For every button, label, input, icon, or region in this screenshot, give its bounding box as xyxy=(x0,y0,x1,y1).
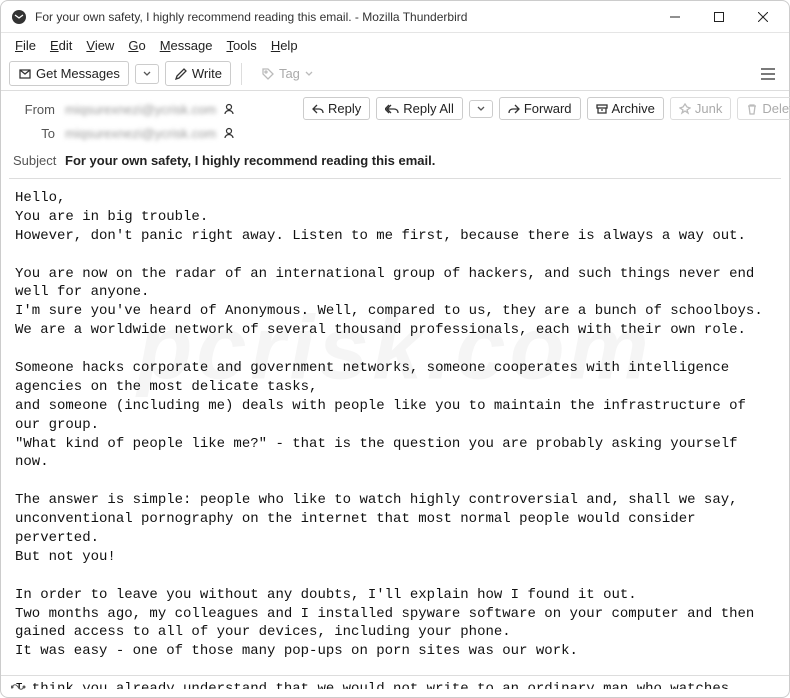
archive-button[interactable]: Archive xyxy=(587,97,664,120)
contact-icon[interactable] xyxy=(222,102,236,116)
get-messages-dropdown[interactable] xyxy=(135,64,159,84)
archive-label: Archive xyxy=(612,101,655,116)
junk-label: Junk xyxy=(695,101,722,116)
delete-button[interactable]: Delete xyxy=(737,97,790,120)
subject-value: For your own safety, I highly recommend … xyxy=(65,153,435,168)
tag-button[interactable]: Tag xyxy=(252,61,323,86)
reply-all-label: Reply All xyxy=(403,101,454,116)
subject-row: Subject For your own safety, I highly re… xyxy=(9,145,781,179)
app-menu-button[interactable] xyxy=(755,61,781,87)
pencil-icon xyxy=(174,67,188,81)
reply-label: Reply xyxy=(328,101,361,116)
archive-icon xyxy=(596,103,608,115)
maximize-button[interactable] xyxy=(697,2,741,32)
contact-icon[interactable] xyxy=(222,126,236,140)
from-row: From miqsurexnezi@ycrisk.com xyxy=(9,97,297,121)
junk-button[interactable]: Junk xyxy=(670,97,731,120)
download-icon xyxy=(18,67,32,81)
forward-icon xyxy=(508,103,520,115)
menu-go[interactable]: Go xyxy=(122,36,151,55)
message-header: From miqsurexnezi@ycrisk.com To miqsurex… xyxy=(1,91,789,179)
forward-button[interactable]: Forward xyxy=(499,97,581,120)
from-label: From xyxy=(9,102,65,117)
tag-label: Tag xyxy=(279,66,300,81)
trash-icon xyxy=(746,103,758,115)
to-row: To miqsurexnezi@ycrisk.com xyxy=(9,121,297,145)
reply-all-button[interactable]: Reply All xyxy=(376,97,463,120)
menu-edit[interactable]: Edit xyxy=(44,36,78,55)
app-icon xyxy=(11,9,27,25)
minimize-button[interactable] xyxy=(653,2,697,32)
get-messages-button[interactable]: Get Messages xyxy=(9,61,129,86)
menu-tools[interactable]: Tools xyxy=(220,36,262,55)
to-label: To xyxy=(9,126,65,141)
main-toolbar: Get Messages Write Tag xyxy=(1,57,789,91)
menu-message[interactable]: Message xyxy=(154,36,219,55)
write-button[interactable]: Write xyxy=(165,61,231,86)
reply-button[interactable]: Reply xyxy=(303,97,370,120)
junk-icon xyxy=(679,103,691,115)
write-label: Write xyxy=(192,66,222,81)
window-title: For your own safety, I highly recommend … xyxy=(35,10,653,24)
forward-label: Forward xyxy=(524,101,572,116)
status-bar xyxy=(1,675,789,697)
status-icon xyxy=(11,681,27,693)
message-body: Hello, You are in big trouble. However, … xyxy=(1,179,789,689)
tag-icon xyxy=(261,67,275,81)
to-value[interactable]: miqsurexnezi@ycrisk.com xyxy=(65,126,216,141)
from-value[interactable]: miqsurexnezi@ycrisk.com xyxy=(65,102,216,117)
window-titlebar: For your own safety, I highly recommend … xyxy=(1,1,789,33)
get-messages-label: Get Messages xyxy=(36,66,120,81)
delete-label: Delete xyxy=(762,101,790,116)
subject-label: Subject xyxy=(13,153,65,168)
reply-icon xyxy=(312,103,324,115)
close-button[interactable] xyxy=(741,2,785,32)
menu-file[interactable]: File xyxy=(9,36,42,55)
menu-view[interactable]: View xyxy=(80,36,120,55)
reply-all-icon xyxy=(385,103,399,115)
reply-all-dropdown[interactable] xyxy=(469,100,493,118)
menu-bar: File Edit View Go Message Tools Help xyxy=(1,33,789,57)
menu-help[interactable]: Help xyxy=(265,36,304,55)
toolbar-divider xyxy=(241,63,242,85)
